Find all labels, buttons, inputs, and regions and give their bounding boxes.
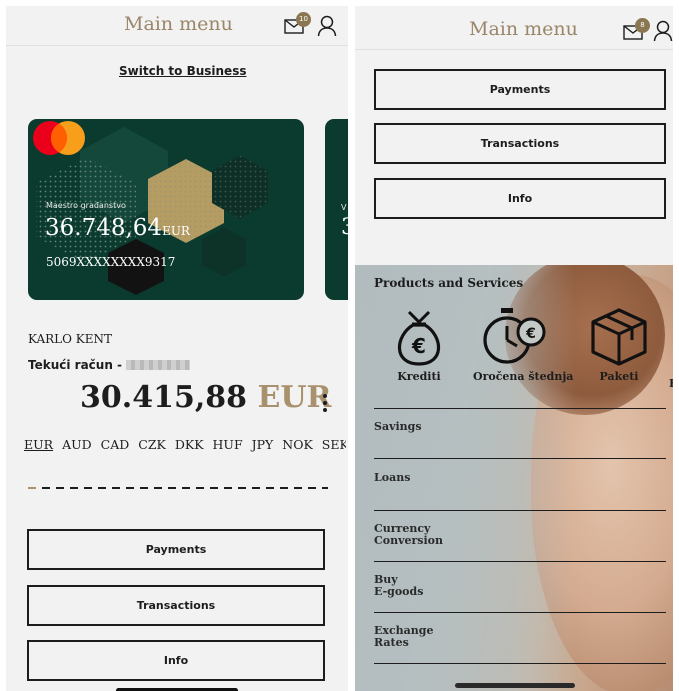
page-title: Main menu	[469, 18, 578, 40]
left-screen: Main menu 10 Switch to Business Maestro …	[6, 6, 348, 691]
currency-tab[interactable]: NOK	[282, 437, 313, 452]
service-savings[interactable]: Savings	[374, 408, 666, 459]
service-exchange-rates[interactable]: Exchange Rates	[374, 613, 666, 664]
unread-count-badge: 8	[635, 18, 650, 33]
switch-to-business-link[interactable]: Switch to Business	[119, 64, 246, 78]
currency-tab[interactable]: SEK	[322, 437, 346, 452]
account-balance: 30.415,88 EUR	[80, 380, 332, 415]
currency-tab[interactable]: CAD	[101, 437, 130, 452]
payments-button[interactable]: Payments	[27, 529, 325, 570]
product-krediti[interactable]: € Krediti	[377, 306, 461, 383]
card-type-label: Maestro građanstvo	[46, 201, 126, 210]
products-section-title: Products and Services	[374, 276, 524, 290]
payment-card[interactable]: Maestro građanstvo 36.748,64EUR 5069XXXX…	[28, 119, 304, 300]
stopwatch-euro-icon: €	[483, 308, 546, 364]
svg-text:€: €	[525, 326, 536, 342]
app-header: Main menu 10	[6, 6, 348, 46]
page-title: Main menu	[124, 13, 233, 35]
carousel-pager	[28, 487, 328, 489]
product-next-partial[interactable]: K	[669, 377, 673, 390]
account-type: Tekući račun -	[28, 358, 191, 372]
currency-tabs: EUR AUD CAD CZK DKK HUF JPY NOK SEK C	[24, 437, 346, 452]
user-profile-icon[interactable]	[317, 15, 337, 37]
info-button[interactable]: Info	[27, 640, 325, 681]
currency-tab[interactable]: CZK	[138, 437, 166, 452]
card-balance: 36.748,64EUR	[45, 215, 190, 241]
unread-count-badge: 10	[296, 12, 311, 27]
currency-tab[interactable]: EUR	[24, 437, 53, 452]
product-paketi[interactable]: Paketi	[577, 306, 661, 383]
masked-account-number	[126, 360, 191, 370]
user-profile-icon[interactable]	[653, 20, 673, 42]
account-holder-name: KARLO KENT	[28, 332, 113, 346]
product-orocena-stednja[interactable]: € Oročena štednja	[473, 306, 573, 383]
next-card-preview[interactable]: V 3	[325, 119, 348, 300]
svg-text:€: €	[411, 334, 426, 358]
transactions-button[interactable]: Transactions	[27, 585, 325, 626]
payments-button[interactable]: Payments	[374, 69, 666, 110]
more-options-icon[interactable]	[322, 394, 328, 416]
currency-tab[interactable]: JPY	[252, 437, 274, 452]
service-loans[interactable]: Loans	[374, 460, 666, 511]
service-currency-conversion[interactable]: Currency Conversion	[374, 511, 666, 562]
service-buy-e-goods[interactable]: Buy E-goods	[374, 562, 666, 613]
app-header: Main menu 8	[355, 6, 673, 50]
info-button[interactable]: Info	[374, 178, 666, 219]
card-number: 5069XXXXXXXX9317	[46, 255, 176, 269]
right-screen: Main menu 8 Payments Transactions Info P…	[355, 6, 673, 691]
mastercard-logo-icon	[33, 121, 85, 155]
money-bag-euro-icon: €	[397, 310, 441, 366]
currency-tab[interactable]: AUD	[62, 437, 92, 452]
messages-button[interactable]: 8	[623, 18, 650, 42]
currency-tab[interactable]: HUF	[213, 437, 243, 452]
package-box-icon	[591, 308, 647, 366]
currency-tab[interactable]: DKK	[175, 437, 204, 452]
home-indicator	[455, 683, 575, 688]
transactions-button[interactable]: Transactions	[374, 123, 666, 164]
messages-button[interactable]: 10	[284, 12, 311, 36]
